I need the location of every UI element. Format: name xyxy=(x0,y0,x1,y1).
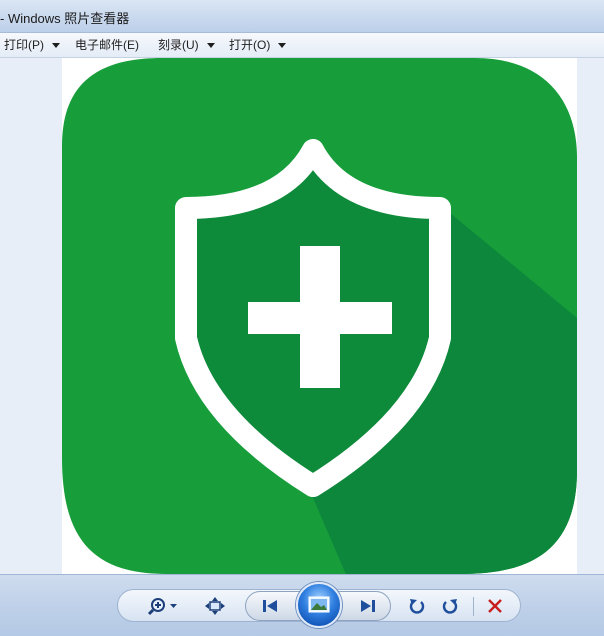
window-title: - Windows 照片查看器 xyxy=(0,11,130,26)
menu-burn[interactable]: 刻录(U) xyxy=(158,33,215,57)
delete-icon xyxy=(488,599,502,613)
menu-open-label: 打开(O) xyxy=(229,38,271,52)
next-icon xyxy=(361,600,375,612)
previous-icon xyxy=(263,600,277,612)
zoom-button[interactable] xyxy=(145,595,181,617)
rotate-counterclockwise-button[interactable] xyxy=(406,595,428,617)
previous-button[interactable] xyxy=(256,596,284,616)
menu-open[interactable]: 打开(O) xyxy=(229,33,287,57)
title-bar: - Windows 照片查看器 xyxy=(0,0,604,33)
delete-button[interactable] xyxy=(484,595,506,617)
zoom-icon xyxy=(147,598,177,616)
menu-print[interactable]: 打印(P) xyxy=(4,33,60,57)
slideshow-button[interactable] xyxy=(296,582,342,628)
image-viewport xyxy=(0,58,604,574)
menu-bar: 打印(P) 电子邮件(E) 刻录(U) 打开(O) xyxy=(0,33,604,58)
actual-size-button[interactable] xyxy=(202,595,228,617)
menu-email[interactable]: 电子邮件(E) xyxy=(75,33,139,57)
cross-vertical xyxy=(300,246,340,388)
menu-email-label: 电子邮件(E) xyxy=(75,38,139,52)
next-button[interactable] xyxy=(354,596,382,616)
actual-size-icon xyxy=(205,597,225,615)
rotate-clockwise-icon xyxy=(442,599,458,614)
menu-print-label: 打印(P) xyxy=(4,38,44,52)
menu-burn-label: 刻录(U) xyxy=(158,38,199,52)
displayed-photo xyxy=(62,58,577,574)
bottom-toolbar xyxy=(0,574,604,636)
chevron-down-icon xyxy=(52,43,60,49)
toolbar-separator xyxy=(473,597,474,616)
rotate-clockwise-button[interactable] xyxy=(439,595,461,617)
rotate-counterclockwise-icon xyxy=(409,599,425,614)
chevron-down-icon xyxy=(206,43,215,49)
chevron-down-icon xyxy=(278,43,287,49)
shield-cross-image xyxy=(62,58,577,574)
slideshow-icon xyxy=(308,596,330,613)
